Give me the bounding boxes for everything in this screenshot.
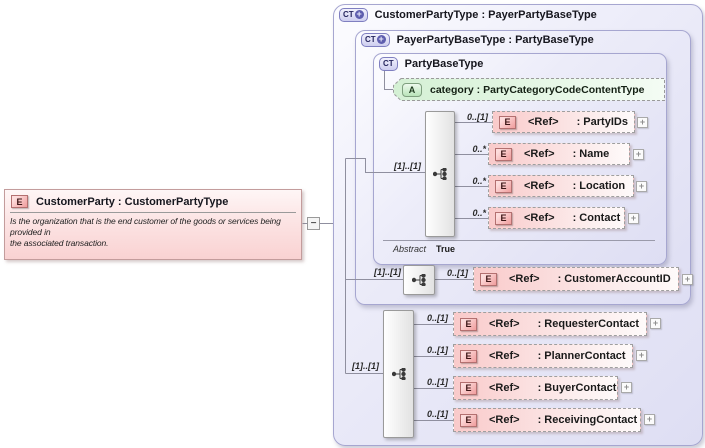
row-cardinality: 0..[1]: [466, 112, 488, 122]
element-ref-requester-contact[interactable]: E <Ref> : RequesterContact: [453, 312, 647, 336]
element-icon: E: [460, 413, 477, 427]
element-icon: E: [495, 211, 512, 225]
element-icon: E: [460, 381, 477, 395]
row-cardinality: 0..*: [472, 208, 486, 218]
ref-label: <Ref>: [489, 414, 520, 426]
type-title: PayerPartyBaseType : PartyBaseType: [396, 33, 594, 46]
ref-label: <Ref>: [524, 180, 555, 192]
ref-label: <Ref>: [524, 212, 555, 224]
sequence-icon: [433, 168, 447, 180]
ct-letters: CT: [343, 10, 354, 19]
element-description: Is the organization that is the end cust…: [10, 216, 281, 248]
element-icon: E: [460, 317, 477, 331]
ref-name: : PartyIDs: [576, 116, 628, 128]
sequence-icon: [412, 274, 426, 286]
complex-type-derived-icon: CT +: [339, 7, 368, 22]
element-customer-party[interactable]: E CustomerParty : CustomerPartyType Is t…: [4, 189, 302, 260]
group-cardinality: [1]..[1]: [374, 267, 401, 277]
expand-toggle[interactable]: +: [650, 318, 661, 329]
row-cardinality: 0..[1]: [426, 377, 448, 387]
ref-label: <Ref>: [509, 273, 540, 285]
element-ref-planner-contact[interactable]: E <Ref> : PlannerContact: [453, 344, 633, 368]
sequence-icon: [391, 368, 406, 380]
element-ref-location[interactable]: E <Ref> : Location: [488, 175, 634, 197]
type-title: PartyBaseType: [404, 57, 484, 70]
xsd-diagram: CT + CustomerPartyType : PayerPartyBaseT…: [0, 0, 705, 448]
ref-name: : Name: [572, 148, 610, 160]
derived-plus-badge: +: [376, 34, 386, 44]
ref-name: : Contact: [572, 212, 621, 224]
element-ref-buyer-contact[interactable]: E <Ref> : BuyerContact: [453, 376, 618, 400]
expand-toggle[interactable]: +: [636, 350, 647, 361]
ref-name: : RequesterContact: [537, 318, 640, 330]
row-cardinality: 0..[1]: [426, 313, 448, 323]
header-customer-party-type: CT + CustomerPartyType : PayerPartyBaseT…: [339, 7, 597, 22]
header-party-base-type: CT PartyBaseType: [379, 56, 483, 71]
ref-label: <Ref>: [489, 318, 520, 330]
element-icon: E: [480, 272, 497, 286]
row-cardinality: 0..*: [472, 176, 486, 186]
ct-letters: CT: [383, 59, 394, 68]
collapse-toggle[interactable]: −: [307, 217, 320, 230]
ct-letters: CT: [365, 35, 376, 44]
expand-toggle[interactable]: +: [621, 382, 632, 393]
element-ref-name[interactable]: E <Ref> : Name: [488, 143, 630, 165]
row-cardinality: 0..[1]: [426, 409, 448, 419]
element-ref-customer-account-id[interactable]: E <Ref> : CustomerAccountID: [473, 267, 679, 291]
ref-label: <Ref>: [489, 382, 520, 394]
row-cardinality: 0..[1]: [446, 268, 468, 278]
ref-name: : ReceivingContact: [537, 414, 638, 426]
expand-toggle[interactable]: +: [628, 213, 639, 224]
element-ref-contact[interactable]: E <Ref> : Contact: [488, 207, 625, 229]
sequence-compositor: [425, 111, 455, 237]
ref-label: <Ref>: [524, 148, 555, 160]
type-title: CustomerPartyType : PayerPartyBaseType: [374, 8, 597, 21]
complex-type-derived-icon: CT +: [361, 32, 390, 47]
group-cardinality: [1]..[1]: [394, 161, 421, 171]
group-cardinality: [1]..[1]: [352, 361, 379, 371]
element-ref-receiving-contact[interactable]: E <Ref> : ReceivingContact: [453, 408, 641, 432]
complex-type-icon: CT: [379, 56, 398, 71]
element-icon: E: [460, 349, 477, 363]
expand-toggle[interactable]: +: [633, 149, 644, 160]
expand-toggle[interactable]: +: [644, 414, 655, 425]
expand-toggle[interactable]: +: [637, 117, 648, 128]
expand-toggle[interactable]: +: [682, 274, 693, 285]
row-cardinality: 0..*: [472, 144, 486, 154]
element-icon: E: [11, 195, 28, 208]
attribute-icon: A: [402, 82, 422, 97]
element-title: CustomerParty : CustomerPartyType: [36, 195, 229, 208]
ref-name: : BuyerContact: [537, 382, 617, 394]
attribute-category[interactable]: A category : PartyCategoryCodeContentTyp…: [393, 78, 665, 101]
abstract-label: Abstract: [393, 244, 427, 254]
header-payer-party-base-type: CT + PayerPartyBaseType : PartyBaseType: [361, 32, 594, 47]
ref-name: : PlannerContact: [537, 350, 626, 362]
ref-name: : Location: [572, 180, 626, 192]
derived-plus-badge: +: [354, 9, 364, 19]
abstract-value: True: [436, 244, 456, 254]
element-icon: E: [495, 147, 512, 161]
ref-name: : CustomerAccountID: [557, 273, 671, 285]
expand-toggle[interactable]: +: [636, 181, 647, 192]
ref-label: <Ref>: [528, 116, 559, 128]
row-cardinality: 0..[1]: [426, 345, 448, 355]
attribute-label: category : PartyCategoryCodeContentType: [430, 83, 645, 96]
ref-label: <Ref>: [489, 350, 520, 362]
element-icon: E: [495, 179, 512, 193]
element-ref-party-ids[interactable]: E <Ref> : PartyIDs: [492, 111, 635, 133]
element-icon: E: [499, 115, 516, 129]
